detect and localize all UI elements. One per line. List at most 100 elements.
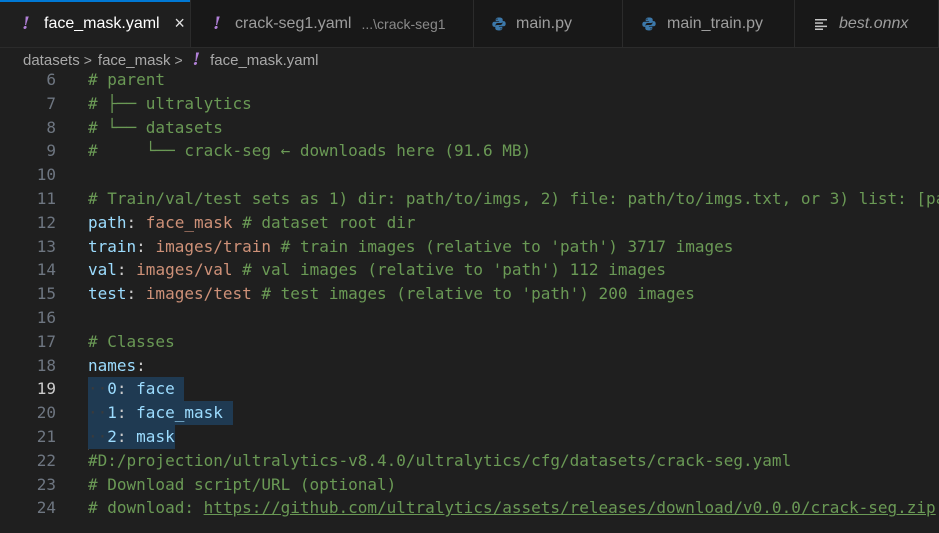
line-number: 18 bbox=[36, 355, 56, 375]
line-number: 20 bbox=[36, 403, 56, 423]
yaml-value: images/test bbox=[145, 284, 252, 304]
python-icon bbox=[492, 17, 506, 31]
code-line[interactable]: 18 names: bbox=[0, 354, 939, 378]
file-lines-icon bbox=[813, 18, 829, 30]
code-line[interactable]: 13 train: images/train # train images (re… bbox=[0, 235, 939, 259]
tab-label: face_mask.yaml bbox=[44, 14, 160, 32]
yaml-value: images/train bbox=[155, 236, 272, 256]
code-line[interactable]: 17 # Classes bbox=[0, 330, 939, 354]
chevron-right-icon: > bbox=[83, 52, 92, 68]
yaml-comment: # test images (relative to 'path') 200 i… bbox=[261, 284, 695, 304]
code-line[interactable]: 19 ··0: face bbox=[0, 377, 939, 402]
line-text: # └── datasets bbox=[88, 117, 223, 137]
line-text: ··2: mask bbox=[88, 424, 175, 449]
line-number: 14 bbox=[36, 260, 56, 280]
whitespace-marker: ·· bbox=[88, 403, 108, 423]
breadcrumb-item-datasets[interactable]: datasets bbox=[23, 52, 80, 69]
yaml-icon: ! bbox=[192, 50, 201, 70]
line-text: # Train/val/test sets as 1) dir: path/to… bbox=[88, 188, 939, 208]
code-line[interactable]: 11 # Train/val/test sets as 1) dir: path/… bbox=[0, 187, 939, 211]
tab-label: main_train.py bbox=[667, 14, 764, 32]
line-text: # Download script/URL (optional) bbox=[88, 474, 397, 494]
code-line[interactable]: 10 bbox=[0, 163, 939, 187]
tab-description: ...\crack-seg1 bbox=[361, 15, 446, 32]
tab-main-py[interactable]: main.py bbox=[474, 0, 623, 47]
line-number: 12 bbox=[36, 212, 56, 232]
code-line[interactable]: 22 #D:/projection/ultralytics-v8.4.0/ultr… bbox=[0, 449, 939, 473]
tab-face-mask-yaml[interactable]: ! face_mask.yaml × bbox=[0, 0, 191, 47]
line-number: 6 bbox=[46, 70, 56, 89]
yaml-key: names bbox=[88, 355, 137, 375]
code-line[interactable]: 14 val: images/val # val images (relative… bbox=[0, 258, 939, 282]
line-text: test: images/test # test images (relativ… bbox=[88, 284, 695, 304]
code-line[interactable]: 23 # Download script/URL (optional) bbox=[0, 473, 939, 497]
comment-prefix: # download: bbox=[88, 498, 204, 518]
line-number: 10 bbox=[36, 165, 56, 185]
close-icon[interactable]: × bbox=[170, 13, 190, 34]
whitespace-marker: ·· bbox=[88, 379, 108, 399]
yaml-key: path bbox=[88, 212, 127, 232]
tab-label: best.onnx bbox=[839, 14, 909, 32]
tab-label: crack-seg1.yaml bbox=[235, 14, 352, 32]
yaml-key: train bbox=[88, 236, 137, 256]
line-number: 24 bbox=[36, 498, 56, 518]
download-url-link[interactable]: https://github.com/ultralytics/assets/re… bbox=[204, 498, 936, 517]
line-number: 23 bbox=[36, 474, 56, 494]
line-text: path: face_mask # dataset root dir bbox=[88, 212, 416, 232]
code-line[interactable]: 12 path: face_mask # dataset root dir bbox=[0, 211, 939, 235]
yaml-key: 0 bbox=[107, 379, 117, 399]
breadcrumb-item-file[interactable]: face_mask.yaml bbox=[210, 52, 318, 69]
yaml-comment: # val images (relative to 'path') 112 im… bbox=[242, 260, 666, 280]
breadcrumb-item-face-mask[interactable]: face_mask bbox=[98, 52, 171, 69]
tab-main-train-py[interactable]: main_train.py bbox=[623, 0, 795, 47]
line-text: # └── crack-seg ← downloads here (91.6 M… bbox=[88, 141, 532, 161]
code-line[interactable]: 9 # └── crack-seg ← downloads here (91.6 … bbox=[0, 139, 939, 163]
code-line[interactable]: 8 # └── datasets bbox=[0, 116, 939, 140]
yaml-icon: ! bbox=[22, 13, 30, 34]
line-text: # parent bbox=[88, 70, 166, 89]
line-number: 21 bbox=[36, 426, 56, 446]
yaml-comment: # train images (relative to 'path') 3717… bbox=[280, 236, 734, 256]
chevron-right-icon: > bbox=[174, 52, 183, 68]
line-text: val: images/val # val images (relative t… bbox=[88, 260, 666, 280]
line-number: 13 bbox=[36, 236, 56, 256]
tab-label: main.py bbox=[516, 14, 573, 32]
line-number: 9 bbox=[46, 141, 56, 161]
yaml-value: face_mask bbox=[136, 403, 223, 423]
yaml-value: face bbox=[136, 379, 175, 399]
yaml-comment: # dataset root dir bbox=[242, 212, 416, 232]
line-text: # Classes bbox=[88, 331, 175, 351]
line-text: train: images/train # train images (rela… bbox=[88, 236, 734, 256]
code-line[interactable]: 15 test: images/test # test images (relat… bbox=[0, 282, 939, 306]
line-text: names: bbox=[88, 355, 146, 375]
yaml-value: images/val bbox=[136, 260, 233, 280]
code-line[interactable]: 16 bbox=[0, 306, 939, 330]
yaml-value: face_mask bbox=[145, 212, 233, 232]
line-text: ··1: face_mask bbox=[88, 401, 233, 425]
line-number: 16 bbox=[36, 307, 56, 327]
line-text: ··0: face bbox=[88, 377, 185, 402]
line-text: #D:/projection/ultralytics-v8.4.0/ultral… bbox=[88, 450, 792, 470]
line-number: 19 bbox=[36, 379, 56, 399]
line-number: 22 bbox=[36, 450, 56, 470]
tab-crack-seg1-yaml[interactable]: ! crack-seg1.yaml ...\crack-seg1 bbox=[191, 0, 474, 47]
line-text: # ├── ultralytics bbox=[88, 93, 252, 113]
yaml-key: 2 bbox=[107, 426, 117, 446]
whitespace-marker: ·· bbox=[88, 426, 108, 446]
code-line[interactable]: 6 # parent bbox=[0, 68, 939, 92]
code-line[interactable]: 24 # download: https://github.com/ultraly… bbox=[0, 496, 939, 520]
line-number: 17 bbox=[36, 331, 56, 351]
yaml-key: val bbox=[88, 260, 117, 280]
python-icon bbox=[641, 17, 657, 31]
code-line[interactable]: 20 ··1: face_mask bbox=[0, 401, 939, 425]
line-number: 7 bbox=[46, 93, 56, 113]
tab-best-onnx[interactable]: best.onnx bbox=[795, 0, 939, 47]
editor-tab-bar: ! face_mask.yaml × ! crack-seg1.yaml ...… bbox=[0, 0, 939, 48]
line-number: 8 bbox=[46, 117, 56, 137]
code-editor[interactable]: 6 # parent 7 # ├── ultralytics 8 # └── data… bbox=[0, 68, 939, 533]
code-line[interactable]: 21 ··2: mask bbox=[0, 424, 939, 449]
line-number: 11 bbox=[36, 188, 56, 208]
line-number: 15 bbox=[36, 284, 56, 304]
code-line[interactable]: 7 # ├── ultralytics bbox=[0, 92, 939, 116]
yaml-value: mask bbox=[136, 426, 175, 446]
